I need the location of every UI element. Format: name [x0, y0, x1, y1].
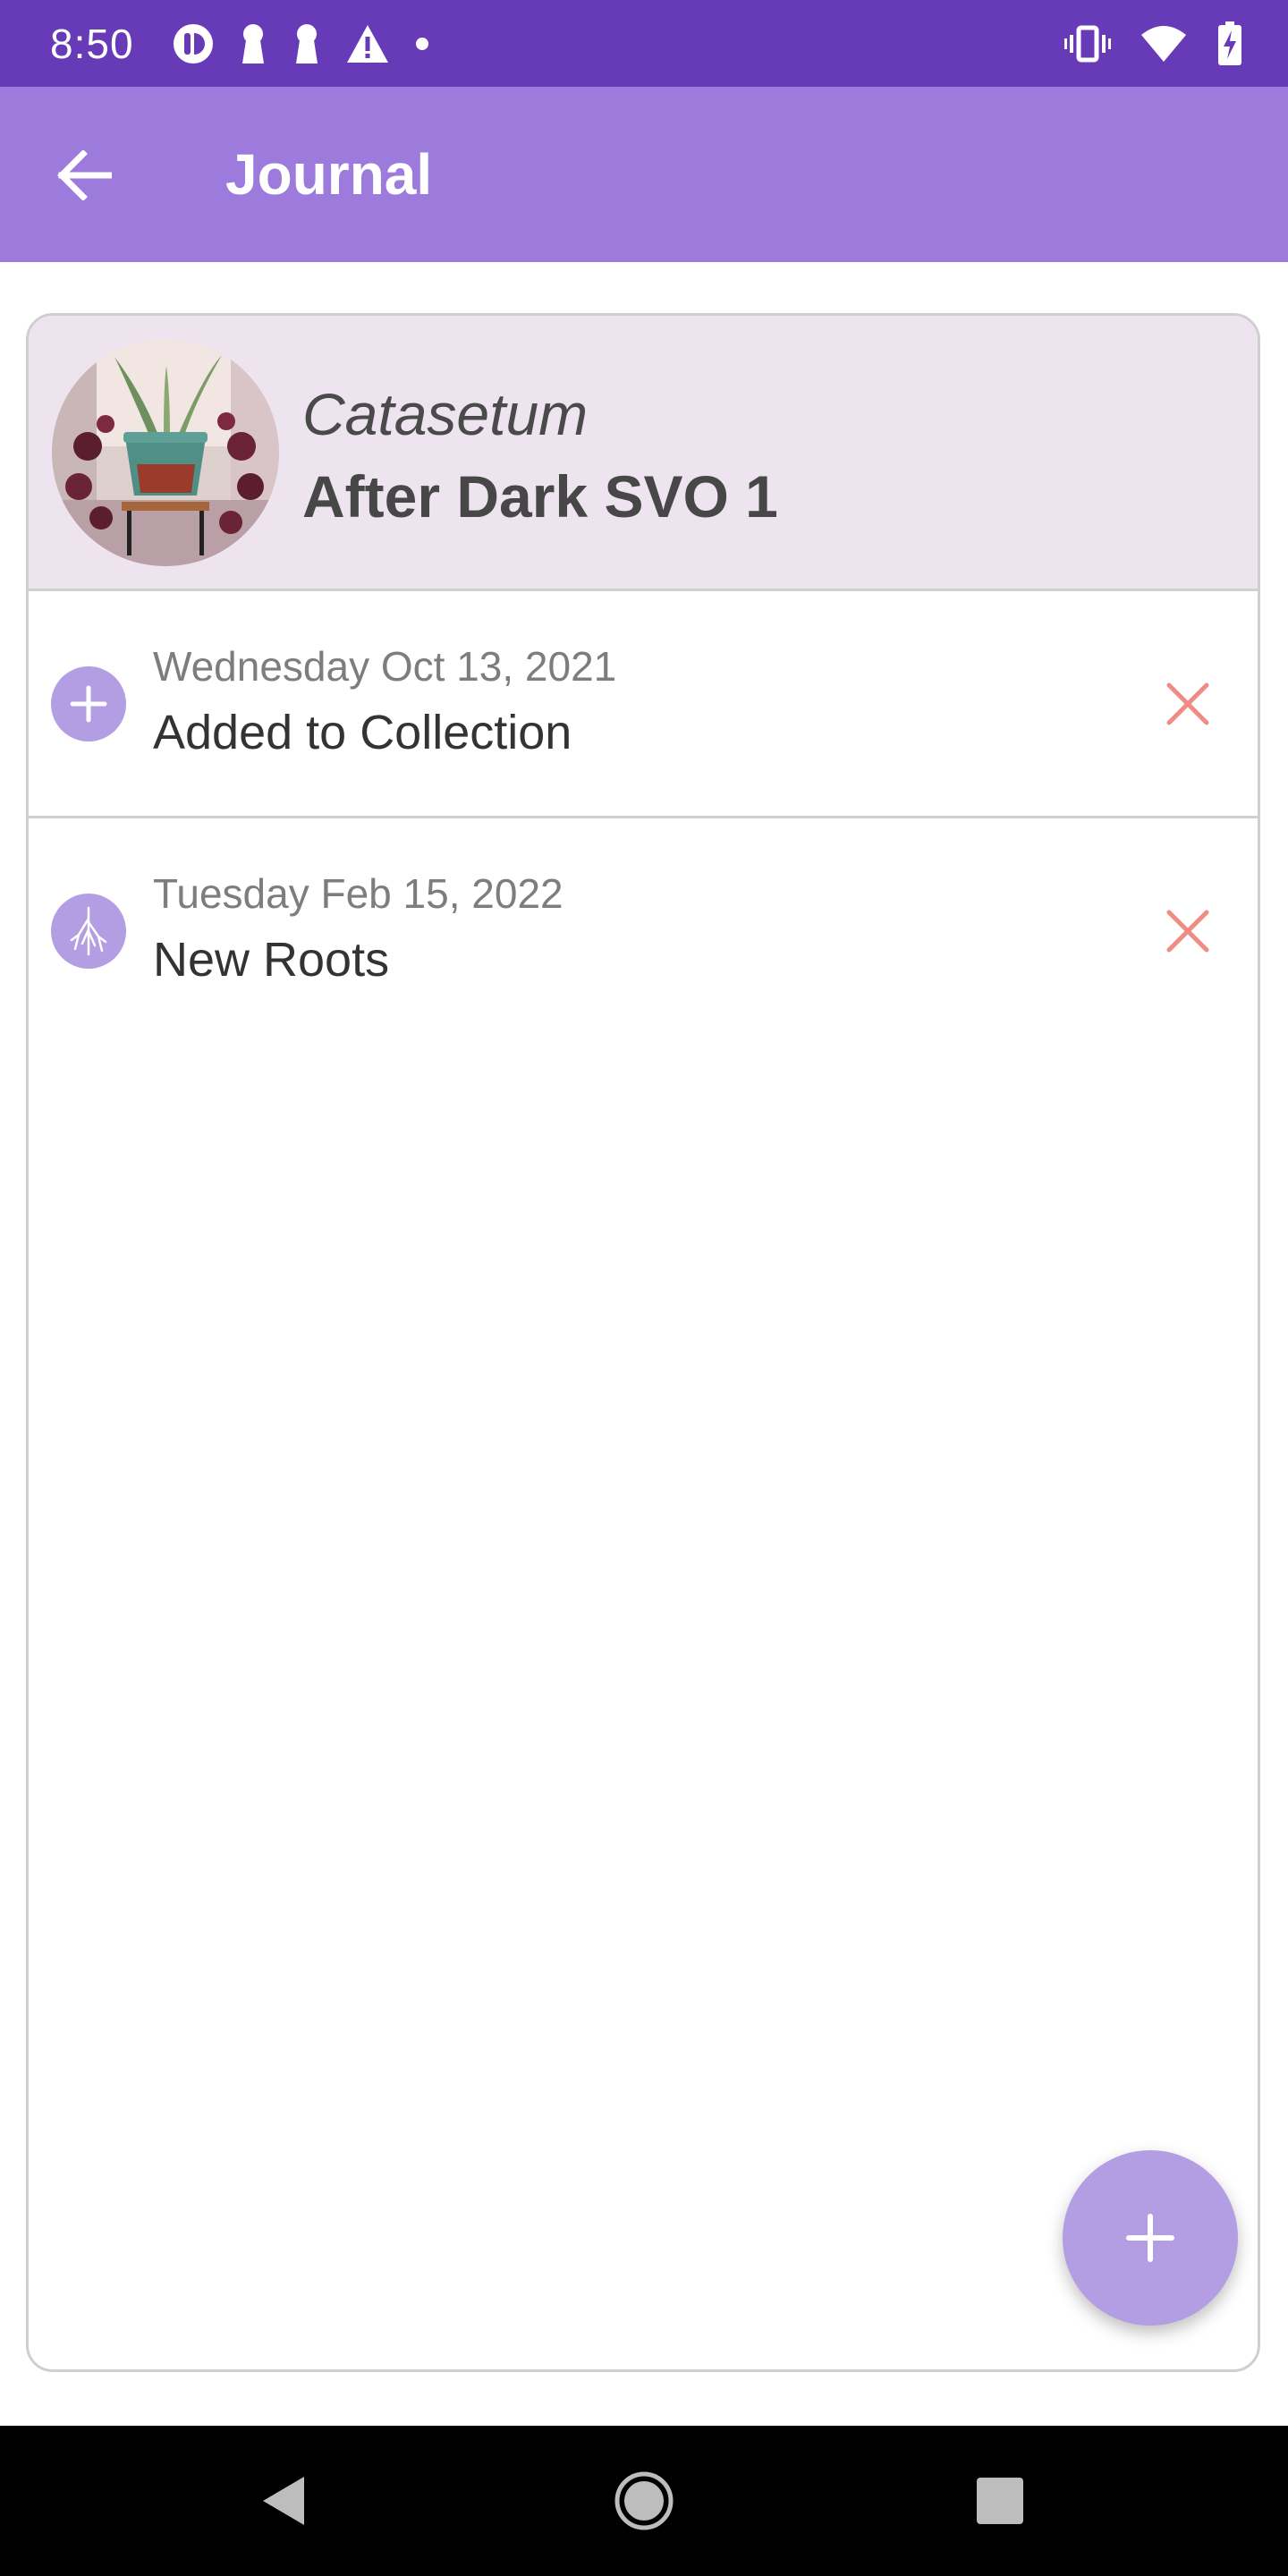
close-icon — [1166, 682, 1209, 725]
nav-home-button[interactable] — [599, 2456, 689, 2546]
app-bar: Journal — [0, 87, 1288, 262]
back-triangle-icon — [263, 2477, 304, 2525]
home-circle-icon — [614, 2471, 674, 2530]
status-system-icons — [1064, 20, 1243, 68]
entry-title: Added to Collection — [153, 706, 572, 759]
page-title: Journal — [225, 142, 433, 207]
close-icon — [1166, 910, 1209, 953]
vibrate-icon — [1064, 25, 1111, 63]
journal-entry[interactable]: Tuesday Feb 15, 2022 New Roots — [29, 818, 1258, 1046]
plant-header[interactable]: Catasetum After Dark SVO 1 — [29, 316, 1258, 591]
delete-entry-button[interactable] — [1150, 894, 1225, 969]
wifi-icon — [1141, 26, 1186, 62]
battery-charging-icon — [1218, 21, 1241, 65]
plant-photo — [52, 339, 279, 566]
journal-entry[interactable]: Wednesday Oct 13, 2021 Added to Collecti… — [29, 591, 1258, 818]
arrow-back-icon — [57, 150, 112, 200]
data-saver-icon — [174, 24, 213, 64]
nav-recents-button[interactable] — [955, 2456, 1045, 2546]
plant-genus: Catasetum — [302, 381, 589, 447]
keyhole-icon — [296, 24, 318, 64]
status-time: 8:50 — [50, 21, 134, 67]
back-button[interactable] — [52, 143, 116, 208]
plus-icon — [51, 666, 126, 741]
nav-back-button[interactable] — [240, 2456, 329, 2546]
warning-icon — [347, 25, 388, 63]
dot-icon — [416, 38, 428, 50]
delete-entry-button[interactable] — [1150, 666, 1225, 741]
recents-square-icon — [977, 2478, 1023, 2524]
keyhole-icon — [242, 24, 264, 64]
entry-date: Tuesday Feb 15, 2022 — [153, 870, 564, 917]
journal-card: Catasetum After Dark SVO 1 Wednesday Oct… — [26, 313, 1260, 2372]
entry-title: New Roots — [153, 933, 390, 987]
plus-icon — [1126, 2214, 1174, 2262]
status-notification-icons — [172, 20, 431, 68]
add-entry-button[interactable] — [1063, 2150, 1238, 2326]
plant-name: After Dark SVO 1 — [302, 463, 778, 530]
roots-icon — [51, 894, 126, 969]
system-nav-bar — [0, 2426, 1288, 2576]
entry-date: Wednesday Oct 13, 2021 — [153, 643, 617, 690]
status-bar: 8:50 — [0, 0, 1288, 87]
